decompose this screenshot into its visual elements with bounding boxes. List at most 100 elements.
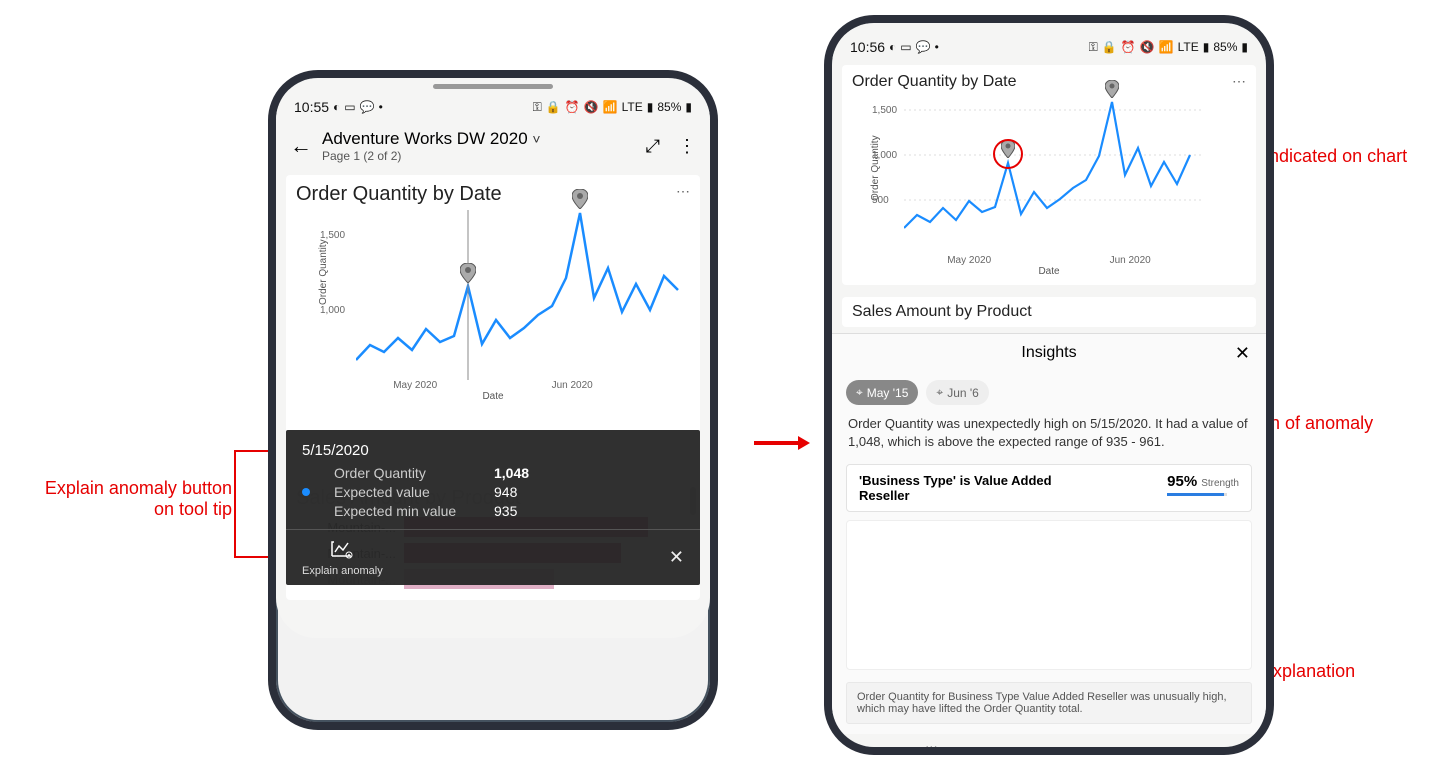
- phone-right: 10:56 ◐ ▭ 💬 • ⚿ 🔒 ⏰ 🔇 📶 LTE ▮ 85% ▮ Orde…: [824, 15, 1274, 755]
- nav-recents-icon[interactable]: |||: [925, 745, 937, 747]
- x-axis-label: Date: [296, 391, 690, 402]
- status-icon: •: [379, 100, 383, 114]
- status-icon: •: [935, 40, 939, 54]
- anomaly-marker-icon[interactable]: [1001, 140, 1015, 163]
- y-tick: 1,000: [872, 150, 897, 161]
- chart-title: Order Quantity by Date: [852, 73, 1246, 91]
- anomaly-description: Order Quantity was unexpectedly high on …: [832, 413, 1266, 460]
- pin-icon: ⌖: [936, 385, 943, 400]
- chart-card-sales-amount[interactable]: Sales Amount by Product: [842, 297, 1256, 327]
- chart-card-order-quantity[interactable]: Order Quantity by Date ⋯ Order Quantity …: [842, 65, 1256, 285]
- status-icon: 💬: [360, 100, 375, 114]
- status-time: 10:55: [294, 99, 329, 115]
- chart-title: Sales Amount by Product: [852, 303, 1246, 321]
- factor-strength-label: Strength: [1201, 478, 1239, 489]
- tooltip-label: Expected value: [334, 484, 494, 500]
- line-chart: [356, 210, 696, 380]
- lock-icon: 🔒: [1102, 40, 1117, 54]
- more-icon[interactable]: ⋯: [676, 183, 690, 200]
- chevron-down-icon[interactable]: ˅: [532, 131, 540, 147]
- chip-may15[interactable]: ⌖ May '15: [846, 380, 918, 405]
- status-battery: 85%: [657, 100, 681, 114]
- vpn-icon: ⚿: [533, 100, 542, 115]
- signal-icon: ▮: [647, 100, 654, 114]
- x-tick: Jun 2020: [552, 380, 593, 391]
- insights-title: Insights: [1021, 344, 1076, 362]
- chips-row: ⌖ May '15 ⌖ Jun '6: [832, 372, 1266, 413]
- explain-anomaly-icon: [329, 538, 355, 563]
- lock-icon: 🔒: [546, 100, 561, 114]
- more-icon[interactable]: ⋮: [678, 136, 696, 157]
- status-icon: ▭: [900, 40, 911, 54]
- x-tick: Jun 2020: [1110, 255, 1151, 266]
- status-time: 10:56: [850, 39, 885, 55]
- tooltip-label: Expected min value: [334, 503, 494, 519]
- status-battery: 85%: [1213, 40, 1237, 54]
- page-subtitle: Page 1 (2 of 2): [322, 149, 636, 163]
- android-nav-bar: ||| ◻ <: [832, 734, 1266, 747]
- anomaly-marker-icon[interactable]: [460, 263, 476, 288]
- tooltip-label: Order Quantity: [334, 465, 494, 481]
- y-tick: 500: [872, 195, 889, 206]
- lte-icon: LTE: [1178, 40, 1199, 54]
- factor-card[interactable]: 'Business Type' is Value Added Reseller …: [846, 464, 1252, 512]
- tooltip-value: 1,048: [494, 465, 529, 481]
- line-chart: [904, 100, 1204, 250]
- factor-percent: 95%: [1167, 473, 1197, 490]
- y-tick: 1,500: [320, 230, 345, 241]
- arrow-icon: [754, 436, 810, 450]
- status-bar: 10:55 ◐ ▭ 💬 • ⚿ 🔒 ⏰ 🔇 📶 LTE ▮ 85% ▮: [276, 89, 710, 119]
- factor-title: 'Business Type' is Value Added Reseller: [859, 473, 1059, 503]
- tooltip-date: 5/15/2020: [302, 442, 684, 459]
- status-icon: 💬: [916, 40, 931, 54]
- series-dot-icon: [302, 488, 310, 496]
- expand-icon[interactable]: ⤢: [646, 136, 660, 157]
- battery-icon: ▮: [1241, 40, 1248, 54]
- close-icon[interactable]: ✕: [1235, 343, 1250, 364]
- status-bar: 10:56 ◐ ▭ 💬 • ⚿ 🔒 ⏰ 🔇 📶 LTE ▮ 85% ▮: [832, 29, 1266, 59]
- nav-home-icon[interactable]: ◻: [1044, 744, 1057, 747]
- annotation-explain-button: Explain anomaly button on tool tip: [14, 478, 232, 520]
- strength-bar: [1167, 493, 1227, 496]
- alarm-icon: ⏰: [1121, 40, 1136, 54]
- x-ticks-row: May 2020 Jun 2020: [336, 380, 650, 391]
- mute-icon: 🔇: [584, 100, 599, 114]
- x-tick: May 2020: [393, 380, 437, 391]
- tooltip-value: 948: [494, 484, 517, 500]
- x-axis-label: Date: [852, 266, 1246, 277]
- explain-anomaly-button[interactable]: Explain anomaly: [302, 538, 383, 577]
- status-icon: ◐: [889, 40, 896, 54]
- close-icon[interactable]: ✕: [669, 547, 684, 568]
- alarm-icon: ⏰: [565, 100, 580, 114]
- app-header: ← Adventure Works DW 2020 ˅ Page 1 (2 of…: [276, 119, 710, 169]
- anomaly-marker-icon[interactable]: [1105, 80, 1119, 103]
- anomaly-marker-icon[interactable]: [572, 189, 588, 214]
- x-ticks-row: May 2020 Jun 2020: [888, 255, 1210, 266]
- signal-icon: ▮: [1203, 40, 1210, 54]
- factor-detail-placeholder: [846, 520, 1252, 670]
- vpn-icon: ⚿: [1089, 40, 1098, 55]
- status-icon: ◐: [333, 100, 340, 114]
- chip-label: May '15: [867, 386, 909, 400]
- nav-back-icon[interactable]: <: [1163, 745, 1172, 747]
- pin-icon: ⌖: [856, 385, 863, 400]
- insights-header: Insights ✕: [832, 333, 1266, 372]
- chart-title: Order Quantity by Date: [296, 183, 690, 206]
- y-axis-label: Order Quantity: [870, 135, 881, 201]
- page-title: Adventure Works DW 2020: [322, 129, 528, 148]
- more-icon[interactable]: ⋯: [1232, 73, 1246, 90]
- chip-jun6[interactable]: ⌖ Jun '6: [926, 380, 988, 405]
- mute-icon: 🔇: [1140, 40, 1155, 54]
- phone-left: 10:55 ◐ ▭ 💬 • ⚿ 🔒 ⏰ 🔇 📶 LTE ▮ 85% ▮ ← A: [268, 70, 718, 730]
- wifi-icon: 📶: [1159, 40, 1174, 54]
- back-icon[interactable]: ←: [290, 133, 312, 159]
- lte-icon: LTE: [622, 100, 643, 114]
- y-tick: 1,000: [320, 305, 345, 316]
- tooltip-value: 935: [494, 503, 517, 519]
- wifi-icon: 📶: [603, 100, 618, 114]
- status-icon: ▭: [344, 100, 355, 114]
- y-axis-label: Order Quantity: [318, 239, 329, 305]
- page-title-block[interactable]: Adventure Works DW 2020 ˅ Page 1 (2 of 2…: [322, 129, 636, 163]
- y-tick: 1,500: [872, 105, 897, 116]
- chart-tooltip: 5/15/2020 Order Quantity1,048 Expected v…: [286, 430, 700, 585]
